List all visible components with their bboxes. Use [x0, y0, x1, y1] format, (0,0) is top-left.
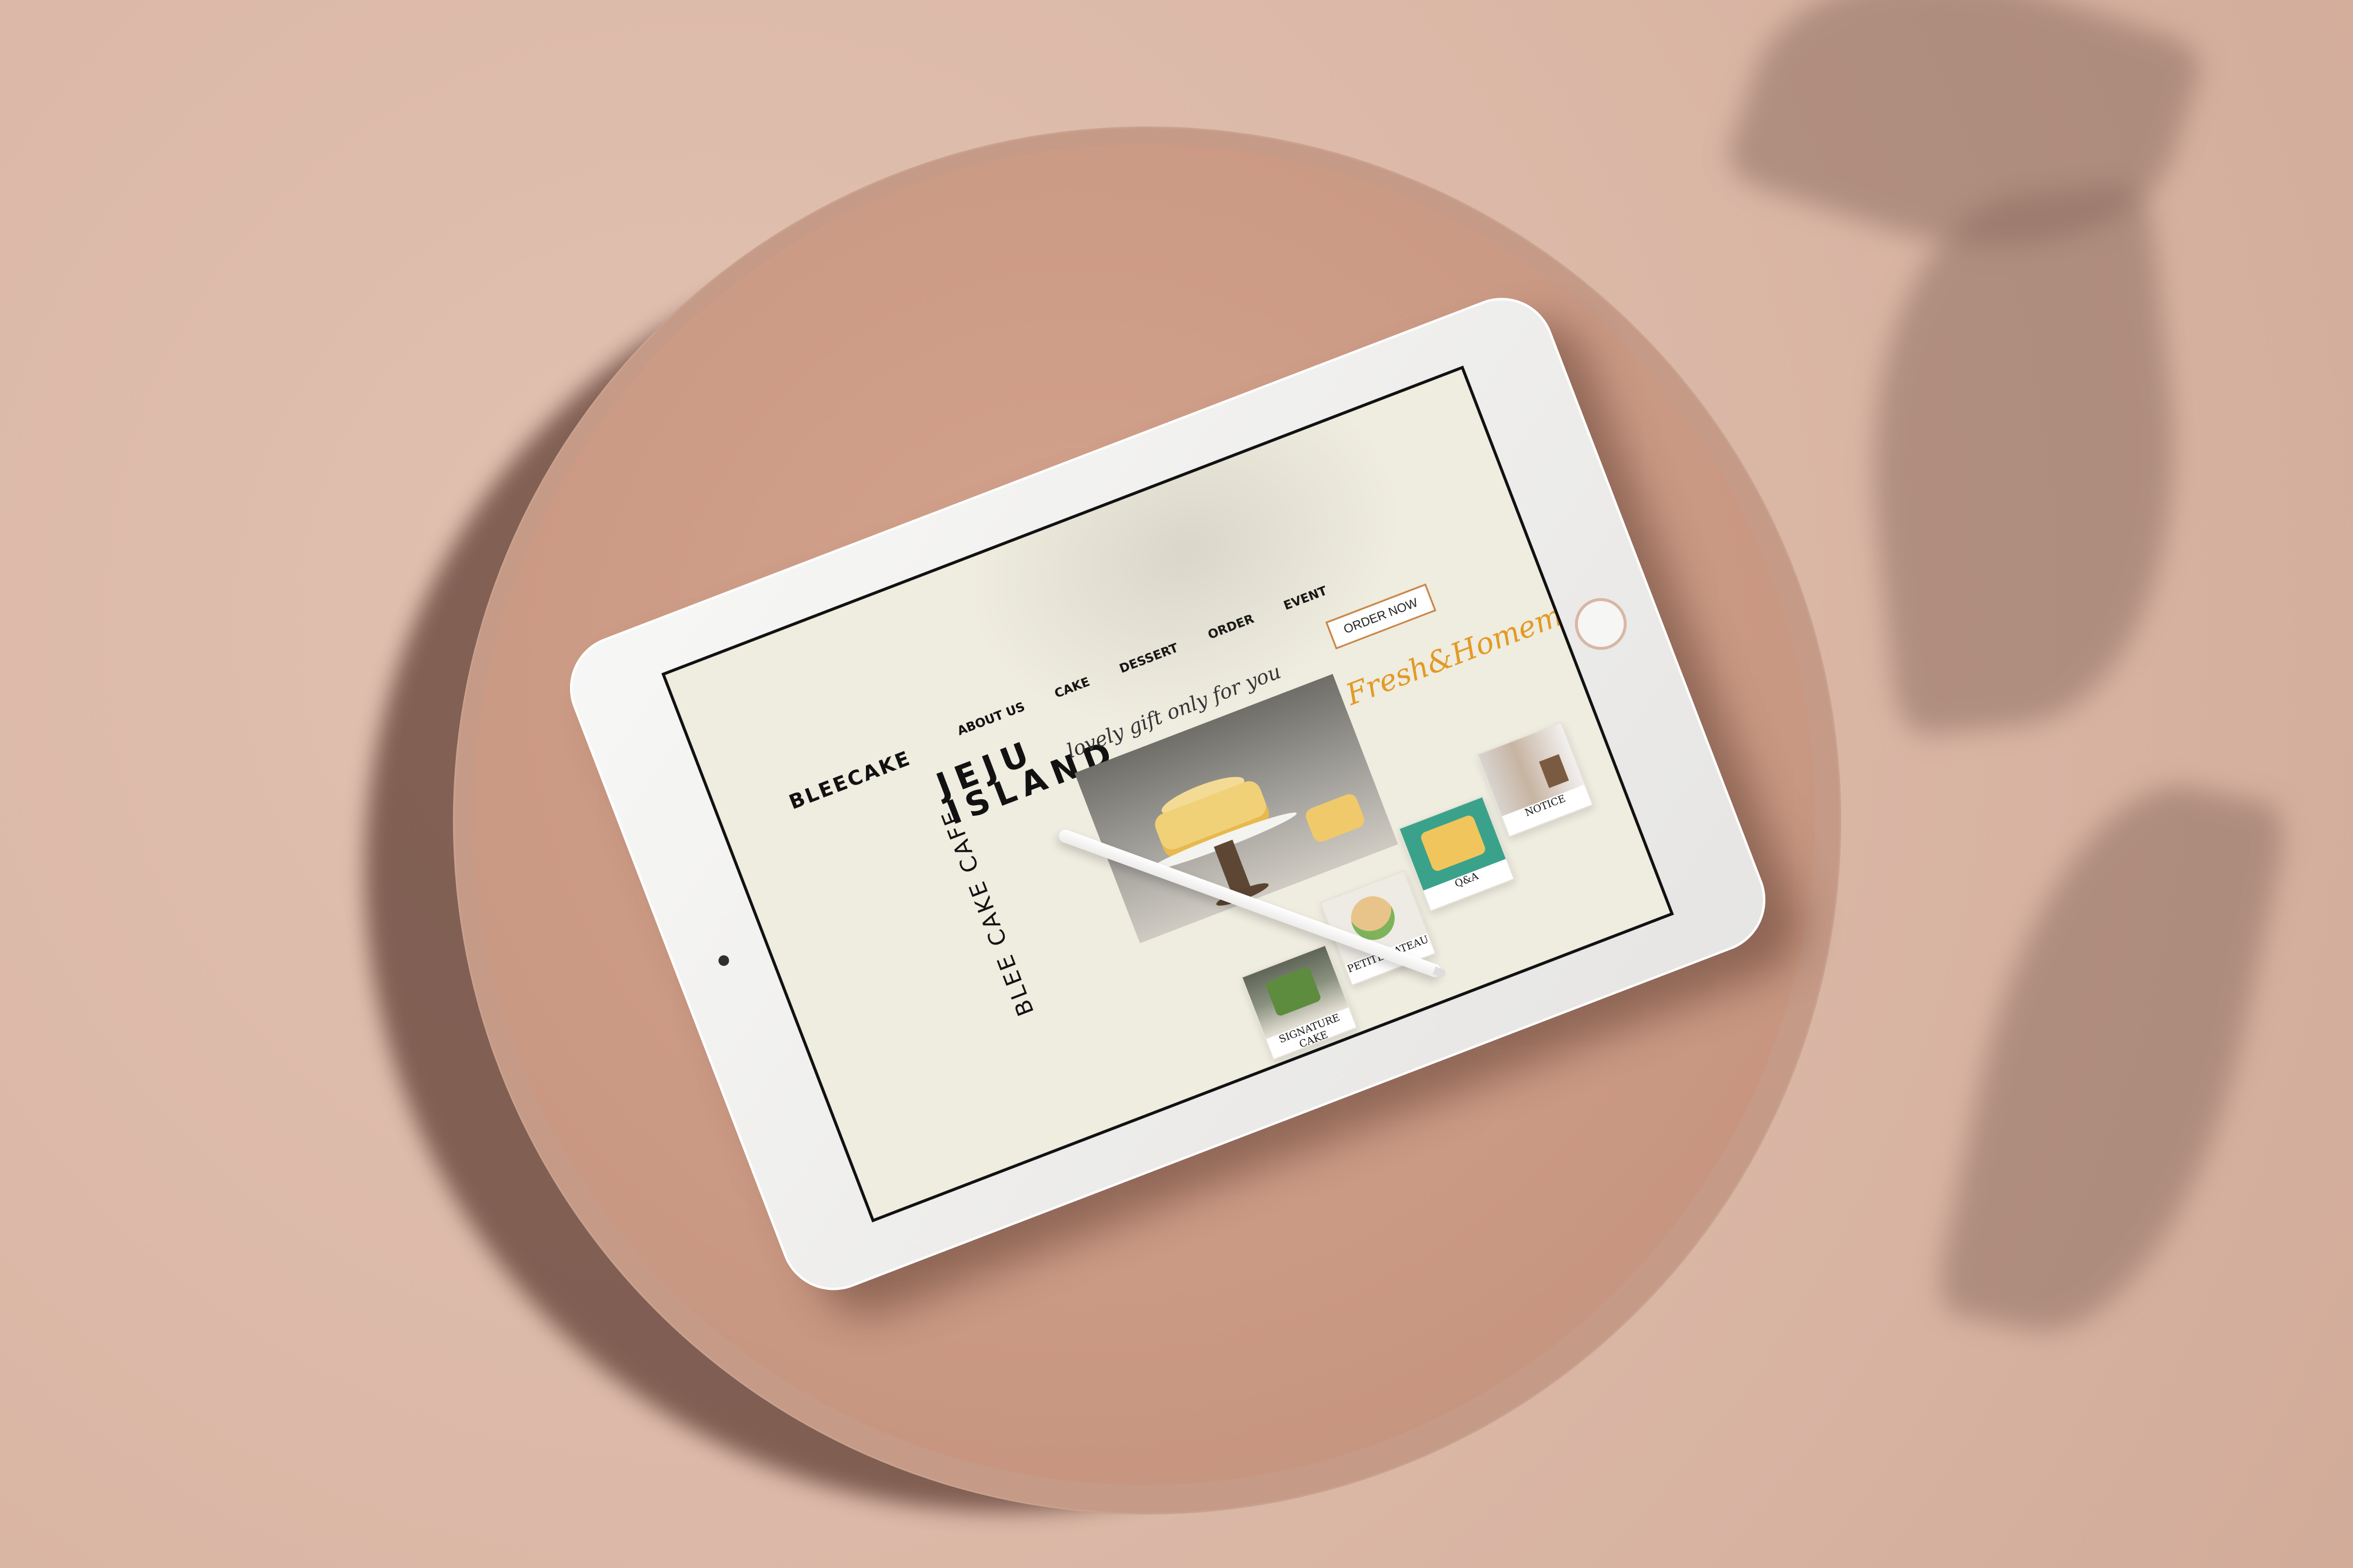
nav-order[interactable]: ORDER	[1206, 612, 1256, 642]
tablet-device: BLEECAKE ABOUT US CAKE DESSERT ORDER EVE…	[554, 282, 1781, 1306]
nav-event[interactable]: EVENT	[1282, 583, 1329, 613]
brand-logo[interactable]: BLEECAKE	[786, 746, 915, 815]
card-qa[interactable]: Q&A	[1398, 796, 1515, 912]
vertical-cafe-label: BLEE CAKE CAFE	[935, 804, 1039, 1020]
nav-dessert[interactable]: DESSERT	[1118, 640, 1181, 676]
website-screen: BLEECAKE ABOUT US CAKE DESSERT ORDER EVE…	[661, 365, 1674, 1223]
fresh-homemade-text: Fresh&Homemade	[1341, 579, 1618, 712]
home-button[interactable]	[1567, 590, 1635, 658]
front-camera	[716, 953, 731, 968]
order-now-button[interactable]: ORDER NOW	[1325, 583, 1437, 650]
nav-cake[interactable]: CAKE	[1052, 675, 1092, 701]
nav-about-us[interactable]: ABOUT US	[955, 699, 1027, 738]
card-signature-cake[interactable]: SIGNATURE CAKE	[1241, 944, 1358, 1060]
card-notice[interactable]: NOTICE	[1477, 721, 1594, 838]
tablet-mockup: BLEECAKE ABOUT US CAKE DESSERT ORDER EVE…	[554, 282, 1781, 1306]
